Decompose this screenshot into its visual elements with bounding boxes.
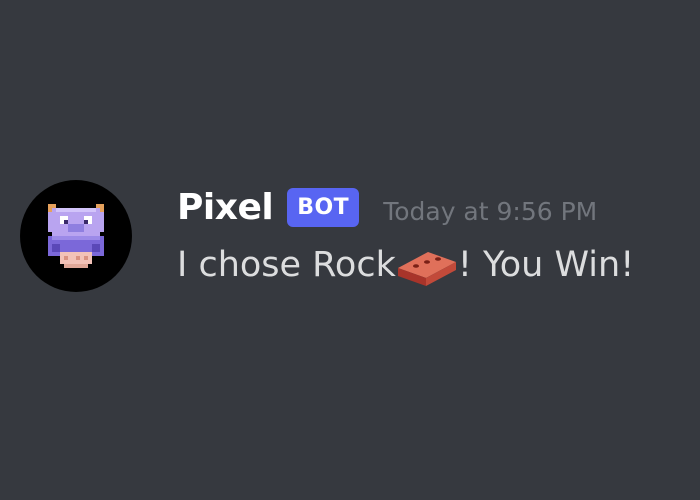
bot-badge: BOT [287,187,360,227]
avatar[interactable] [20,180,132,292]
timestamp[interactable]: Today at 9:56 PM [383,197,597,226]
chat-message: Pixel BOT Today at 9:56 PM I chose Rock [20,180,690,300]
message-header: Pixel BOT Today at 9:56 PM [177,182,687,232]
brick-icon [397,252,456,286]
message-text-before: I chose Rock [177,245,396,285]
chat-window: Pixel BOT Today at 9:56 PM I chose Rock [0,0,700,500]
message-content: Pixel BOT Today at 9:56 PM I chose Rock [177,182,687,288]
message-text: I chose Rock ! You Win! [177,242,687,288]
message-text-after: ! You Win! [457,245,635,285]
pixel-creature-icon [48,204,104,268]
username[interactable]: Pixel [177,187,274,228]
